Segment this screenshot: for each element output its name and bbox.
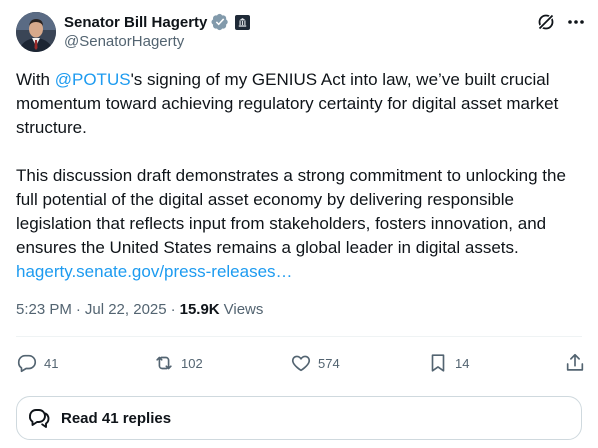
verified-badge-icon[interactable] (211, 13, 229, 31)
top-actions (536, 12, 586, 32)
mention-link[interactable]: @POTUS (55, 70, 131, 89)
tweet-time[interactable]: 5:23 PM (16, 301, 72, 318)
grok-icon[interactable] (536, 12, 556, 32)
repost-icon (156, 356, 172, 370)
read-replies-button[interactable]: Read 41 replies (16, 396, 582, 440)
read-replies-label: Read 41 replies (61, 409, 172, 427)
reply-bubbles-icon (29, 409, 50, 428)
repost-count: 102 (181, 355, 203, 371)
share-button[interactable] (564, 352, 586, 374)
heart-icon (291, 355, 311, 372)
press-release-link[interactable]: hagerty.senate.gov/press-releases… (16, 262, 293, 281)
meta-separator: · (170, 301, 176, 318)
bookmark-count: 14 (455, 355, 470, 371)
divider (16, 336, 582, 337)
views-count: 15.9K (179, 301, 220, 318)
meta-separator: · (75, 301, 81, 318)
tweet-text: With @POTUS's signing of my GENIUS Act i… (16, 68, 586, 284)
reply-count: 41 (44, 355, 59, 371)
tweet-meta: 5:23 PM · Jul 22, 2025 · 15.9K Views (16, 301, 263, 318)
bookmark-icon (431, 354, 445, 372)
para2-text: This discussion draft demonstrates a str… (16, 166, 566, 257)
author-name-row: Senator Bill Hagerty (64, 12, 251, 32)
author-display-name[interactable]: Senator Bill Hagerty (64, 14, 207, 31)
action-bar: 41 102 574 14 (16, 350, 586, 376)
reply-button[interactable]: 41 (16, 352, 76, 374)
tweet-paragraph-2: This discussion draft demonstrates a str… (16, 164, 586, 284)
author-handle[interactable]: @SenatorHagerty (64, 33, 184, 50)
reply-icon (17, 354, 37, 373)
para1-text-before: With (16, 70, 55, 89)
tweet-paragraph-1: With @POTUS's signing of my GENIUS Act i… (16, 68, 586, 140)
avatar-image (16, 12, 56, 52)
tweet: Senator Bill Hagerty @SenatorHagerty Wit… (0, 0, 598, 448)
repost-button[interactable]: 102 (153, 352, 213, 374)
like-count: 574 (318, 355, 340, 371)
tweet-date[interactable]: Jul 22, 2025 (85, 301, 167, 318)
avatar[interactable] (16, 12, 56, 52)
share-icon (566, 353, 584, 371)
like-button[interactable]: 574 (290, 352, 350, 374)
bookmark-button[interactable]: 14 (427, 352, 487, 374)
views-label: Views (223, 301, 264, 318)
government-badge-icon[interactable] (235, 14, 251, 30)
more-options-icon[interactable] (566, 12, 586, 32)
